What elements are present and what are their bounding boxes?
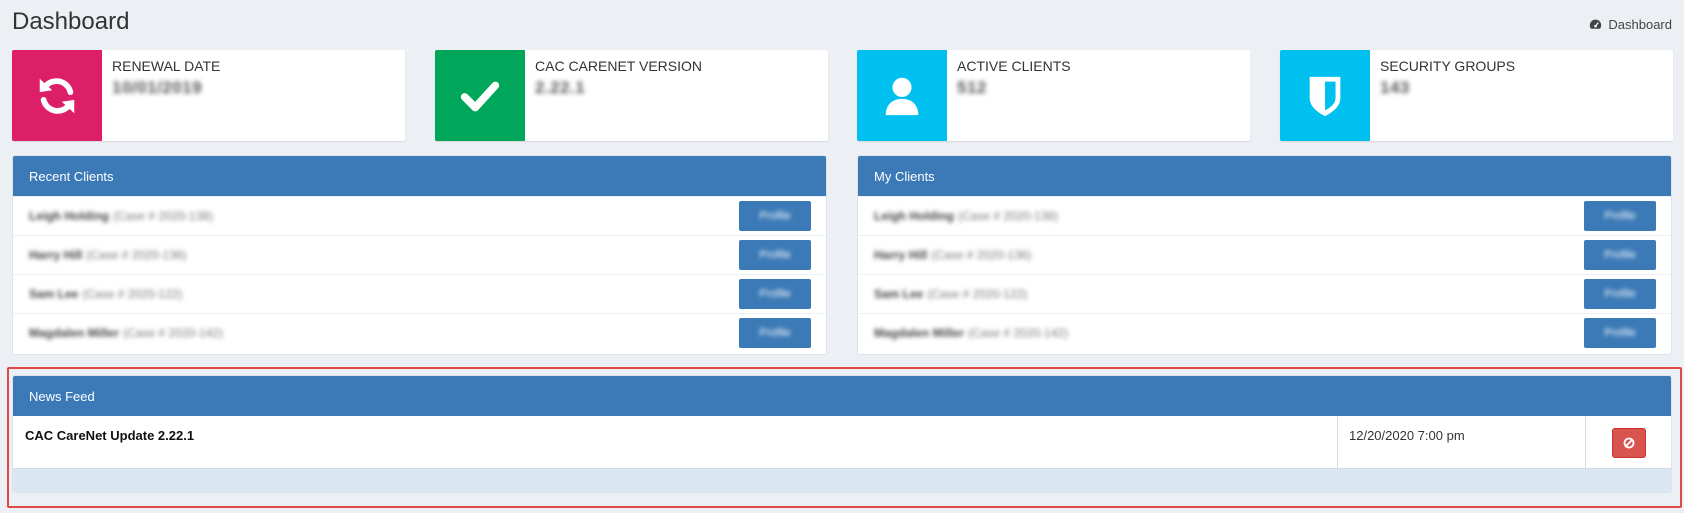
client-name: Leigh Holding [29, 209, 109, 223]
info-box-carenet-version: CAC CARENET VERSION 2.22.1 [435, 50, 828, 141]
info-box-value: 143 [1380, 78, 1410, 97]
profile-button[interactable]: Profile [1584, 240, 1656, 270]
news-feed-panel: News Feed CAC CareNet Update 2.22.1 12/2… [12, 375, 1672, 493]
info-box-label: RENEWAL DATE [112, 58, 221, 74]
list-item: Sam Lee (Case # 2020-122) Profile [858, 274, 1671, 313]
list-item: Harry Hill (Case # 2020-136) Profile [858, 235, 1671, 274]
client-case: (Case # 2020-142) [968, 326, 1069, 340]
profile-button[interactable]: Profile [1584, 318, 1656, 348]
panel-title: Recent Clients [13, 156, 826, 196]
client-name: Sam Lee [874, 287, 924, 301]
info-box-renewal-date: RENEWAL DATE 10/01/2019 [12, 50, 405, 141]
delete-news-button[interactable] [1611, 428, 1646, 458]
profile-button[interactable]: Profile [739, 201, 811, 231]
info-box-security-groups: SECURITY GROUPS 143 [1280, 50, 1673, 141]
page-title: Dashboard [12, 8, 130, 35]
info-box-value: 512 [957, 78, 987, 97]
list-item: Magdalen Miller (Case # 2020-142) Profile [858, 313, 1671, 352]
news-date: 12/20/2020 7:00 pm [1338, 416, 1586, 468]
dashboard-icon [1590, 19, 1602, 29]
client-case: (Case # 2020-142) [123, 326, 224, 340]
recent-clients-panel: Recent Clients Leigh Holding (Case # 2020… [12, 155, 827, 355]
my-clients-panel: My Clients Leigh Holding (Case # 2020-138… [857, 155, 1672, 355]
client-case: (Case # 2020-122) [927, 287, 1028, 301]
client-name: Leigh Holding [874, 209, 954, 223]
client-case: (Case # 2020-122) [82, 287, 183, 301]
shield-icon [1280, 50, 1370, 141]
refresh-icon [12, 50, 102, 141]
client-name: Harry Hill [874, 248, 928, 262]
panel-title: My Clients [858, 156, 1671, 196]
table-row: CAC CareNet Update 2.22.1 12/20/2020 7:0… [13, 416, 1671, 469]
info-box-label: ACTIVE CLIENTS [957, 58, 1071, 74]
panel-title: News Feed [13, 376, 1671, 416]
news-title[interactable]: CAC CareNet Update 2.22.1 [13, 416, 1338, 468]
profile-button[interactable]: Profile [1584, 279, 1656, 309]
client-case: (Case # 2020-136) [931, 248, 1032, 262]
breadcrumb-label[interactable]: Dashboard [1608, 17, 1672, 32]
check-icon [435, 50, 525, 141]
list-item: Leigh Holding (Case # 2020-138) Profile [13, 196, 826, 235]
list-item: Sam Lee (Case # 2020-122) Profile [13, 274, 826, 313]
info-box-active-clients: ACTIVE CLIENTS 512 [857, 50, 1250, 141]
profile-button[interactable]: Profile [739, 240, 811, 270]
user-icon [857, 50, 947, 141]
profile-button[interactable]: Profile [739, 279, 811, 309]
client-name: Magdalen Miller [29, 326, 120, 340]
list-item: Magdalen Miller (Case # 2020-142) Profile [13, 313, 826, 352]
list-item: Harry Hill (Case # 2020-136) Profile [13, 235, 826, 274]
profile-button[interactable]: Profile [1584, 201, 1656, 231]
info-box-value: 2.22.1 [535, 78, 586, 97]
info-box-value: 10/01/2019 [112, 78, 203, 97]
client-name: Sam Lee [29, 287, 79, 301]
client-name: Magdalen Miller [874, 326, 965, 340]
client-name: Harry Hill [29, 248, 83, 262]
client-case: (Case # 2020-136) [86, 248, 187, 262]
profile-button[interactable]: Profile [739, 318, 811, 348]
info-box-label: SECURITY GROUPS [1380, 58, 1516, 74]
client-case: (Case # 2020-138) [958, 209, 1059, 223]
news-feed-footer [13, 469, 1671, 492]
client-case: (Case # 2020-138) [113, 209, 214, 223]
list-item: Leigh Holding (Case # 2020-138) Profile [858, 196, 1671, 235]
breadcrumb[interactable]: Dashboard [1589, 17, 1672, 32]
ban-icon [1623, 437, 1634, 449]
info-box-label: CAC CARENET VERSION [535, 58, 702, 74]
